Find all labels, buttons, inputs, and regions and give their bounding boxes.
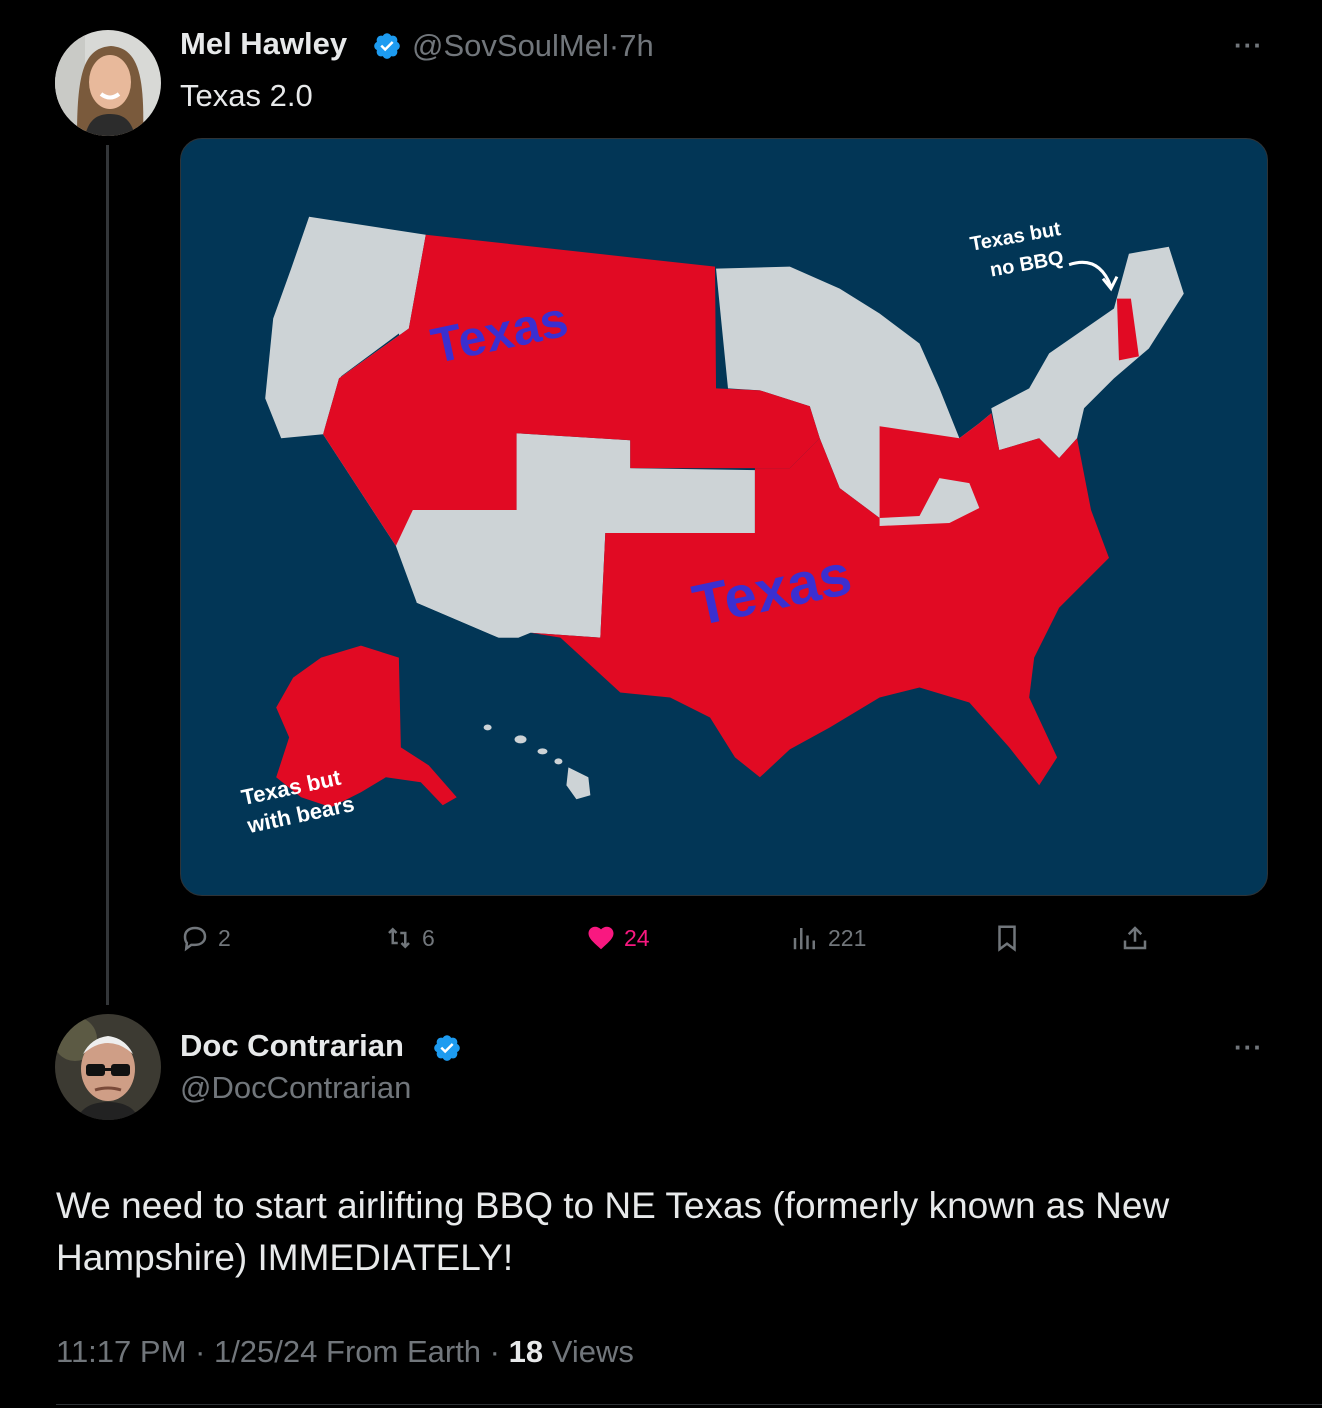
reply-count: 2 [218,924,231,951]
arrow-to-new-hampshire-icon [1068,260,1119,292]
repost-count: 6 [422,924,435,951]
reply-author-handle[interactable]: @DocContrarian [180,1070,411,1106]
thread-line [106,145,109,1005]
reply-icon [183,926,207,952]
map-region-northeast-grey [991,246,1184,459]
avatar-mel-hawley[interactable] [55,30,161,136]
reply-metadata: 11:17 PM · 1/25/24 From Earth · 18 Views [56,1334,634,1369]
more-options-icon[interactable]: ··· [1234,30,1263,61]
reply-time[interactable]: 11:17 PM [56,1334,186,1369]
bookmark-action[interactable] [992,918,1022,958]
reply-views-label: Views [551,1334,634,1369]
reply-views-count: 18 [508,1334,544,1369]
reply-source: From Earth [326,1334,482,1369]
divider [56,1404,1322,1405]
author-name[interactable]: Mel Hawley [180,26,347,62]
us-map: Texas Texas Texas but no BBQ Texas but w… [239,216,1184,838]
heart-icon [588,926,614,950]
verified-badge-icon [374,33,400,59]
repost-icon [388,927,410,949]
reply-action[interactable]: 2 [180,918,231,958]
views-action[interactable]: 221 [790,918,866,958]
like-action[interactable]: 24 [586,918,650,958]
map-region-hawaii [483,724,591,800]
like-count: 24 [624,924,650,951]
tweet-text: Texas 2.0 [180,78,313,113]
reply-date[interactable]: 1/25/24 [214,1334,317,1369]
verified-badge-icon [434,1035,460,1061]
reply-author-name[interactable]: Doc Contrarian [180,1028,404,1064]
reply-text: We need to start airlifting BBQ to NE Te… [56,1185,1170,1278]
share-icon [1123,926,1147,950]
bookmark-icon [998,925,1016,952]
author-handle[interactable]: @SovSoulMel·7h [412,28,654,64]
reply-more-options-icon[interactable]: ··· [1234,1032,1263,1063]
views-chart-icon [793,928,815,950]
repost-action[interactable]: 6 [384,918,435,958]
avatar-doc-contrarian[interactable] [55,1014,161,1120]
views-count: 221 [828,924,867,951]
label-nh-line2: no BBQ [988,247,1065,282]
share-action[interactable] [1120,918,1150,958]
tweet-media-map[interactable]: Texas Texas Texas but no BBQ Texas but w… [180,138,1268,896]
